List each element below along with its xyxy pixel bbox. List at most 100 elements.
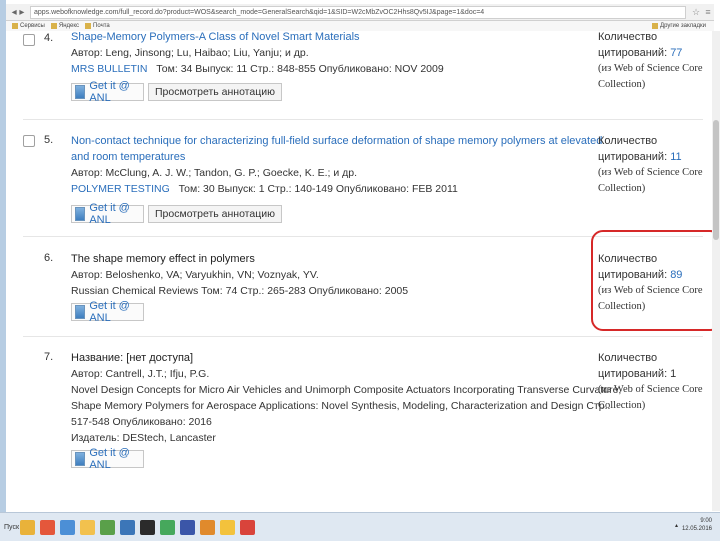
record-title: The shape memory effect in polymers (71, 253, 255, 265)
bookmark-star-icon[interactable]: ☆ (690, 7, 702, 18)
wos-note: Collection) (598, 400, 646, 411)
bookmark-item[interactable]: Почта (85, 23, 110, 29)
record-number: 4. (44, 32, 54, 44)
taskbar-app-icon[interactable] (240, 519, 255, 535)
record-number: 6. (44, 252, 54, 264)
record-source-link[interactable]: POLYMER TESTING (71, 183, 170, 195)
url-field[interactable]: apps.webofknowledge.com/full_record.do?p… (30, 5, 686, 19)
record-title-link-cont[interactable]: and room temperatures (71, 149, 591, 165)
cites-count-link[interactable]: 11 (670, 151, 681, 163)
taskbar-app-icon[interactable] (80, 519, 95, 535)
document-icon (75, 452, 86, 466)
document-icon (75, 85, 86, 99)
record-divider (23, 336, 703, 337)
get-it-anl-button[interactable]: Get it @ ANL (71, 80, 144, 104)
get-it-anl-button[interactable]: Get it @ ANL (71, 300, 144, 324)
slide: ◂ ▸ apps.webofknowledge.com/full_record.… (0, 0, 720, 541)
record-source: Russian Chemical Reviews Том: 74 Стр.: 2… (71, 285, 409, 297)
windows-taskbar: Пуск ▴ 9:00 12.05.2016 (0, 512, 720, 541)
clock-date: 12.05.2016 (681, 526, 712, 532)
results-list: 4. Shape-Memory Polymers-A Class of Nove… (6, 31, 714, 512)
start-button[interactable]: Пуск (4, 524, 20, 531)
view-abstract-button[interactable]: Просмотреть аннотацию (148, 83, 282, 101)
taskbar-app-icon[interactable] (40, 519, 55, 535)
record-authors: Автор: Leng, Jinsong; Lu, Haibao; Liu, Y… (71, 47, 309, 59)
record-checkbox[interactable] (23, 34, 35, 46)
record-details: Том: 30 Выпуск: 1 Стр.: 140-149 Опублико… (178, 183, 458, 195)
other-bookmarks-label: Другие закладки (660, 23, 706, 29)
record-number: 7. (44, 351, 54, 363)
bookmark-label: Яндекс (58, 23, 80, 29)
bookmark-label: Сервисы (20, 23, 45, 29)
record-title-link[interactable]: Shape-Memory Polymers-A Class of Novel S… (71, 31, 591, 45)
get-it-anl-button[interactable]: Get it @ ANL (71, 447, 144, 471)
taskbar-app-icon[interactable] (60, 519, 75, 535)
wos-note: (из Web of Science Core (598, 63, 703, 74)
record-book-series: Shape Memory Polymers for Aerospace Appl… (71, 400, 611, 412)
wos-note: Collection) (598, 79, 646, 90)
record-title-link[interactable]: Non-contact technique for characterizing… (71, 133, 602, 149)
get-it-label: Get it @ ANL (89, 300, 130, 324)
folder-icon (85, 23, 92, 29)
taskbar-apps (20, 519, 260, 535)
record-number: 5. (44, 134, 54, 146)
citation-count: Количество цитирований: 11 (из Web of Sc… (598, 133, 710, 197)
document-icon (75, 207, 86, 221)
get-it-anl-button[interactable]: Get it @ ANL (71, 202, 144, 226)
record-authors: Автор: McClung, A. J. W.; Tandon, G. P.;… (71, 167, 358, 179)
record-title: Название: [нет доступа] (71, 352, 194, 364)
cites-label: Количество (598, 31, 658, 43)
taskbar-app-icon[interactable] (160, 519, 175, 535)
taskbar-app-icon[interactable] (220, 519, 235, 535)
record-details: Том: 34 Выпуск: 11 Стр.: 848-855 Опублик… (156, 63, 444, 75)
cites-label: Количество (598, 135, 658, 147)
document-icon (75, 305, 86, 319)
folder-icon (652, 23, 659, 29)
bookmark-item[interactable]: Яндекс (50, 23, 80, 29)
vertical-scrollbar[interactable] (712, 31, 720, 511)
record-authors: Автор: Cantrell, J.T.; Ifju, P.G. (71, 368, 210, 380)
other-bookmarks[interactable]: Другие закладки (652, 23, 706, 29)
cites-count-link[interactable]: 77 (670, 47, 682, 59)
taskbar-app-icon[interactable] (200, 519, 215, 535)
cites-label: Количество (598, 352, 658, 364)
taskbar-app-icon[interactable] (20, 519, 35, 535)
wos-note: (из Web of Science Core (598, 167, 703, 178)
record-pages: 517-548 Опубликовано: 2016 (71, 416, 212, 428)
view-abstract-button[interactable]: Просмотреть аннотацию (148, 205, 282, 223)
get-it-label: Get it @ ANL (89, 202, 130, 226)
get-it-label: Get it @ ANL (89, 80, 130, 104)
system-tray: ▴ 9:00 12.05.2016 (675, 517, 712, 533)
address-bar: ◂ ▸ apps.webofknowledge.com/full_record.… (6, 4, 714, 21)
taskbar-app-icon[interactable] (100, 519, 115, 535)
get-it-label: Get it @ ANL (89, 447, 130, 471)
record-book-title: Novel Design Concepts for Micro Air Vehi… (71, 384, 622, 396)
record-divider (23, 119, 703, 120)
record-publisher: Издатель: DEStech, Lancaster (71, 432, 216, 444)
taskbar-app-icon[interactable] (120, 519, 135, 535)
folder-icon (12, 23, 18, 29)
taskbar-app-icon[interactable] (140, 519, 155, 535)
scrollbar-thumb[interactable] (713, 120, 719, 240)
clock-time: 9:00 (700, 518, 712, 524)
back-forward-icon[interactable]: ◂ ▸ (6, 7, 30, 18)
record-source-link[interactable]: MRS BULLETIN (71, 63, 147, 75)
wos-note: Collection) (598, 183, 646, 194)
citation-highlight-box (591, 230, 714, 331)
record-authors: Автор: Beloshenko, VA; Varyukhin, VN; Vo… (71, 269, 319, 281)
cites-label: цитирований: (598, 47, 668, 59)
bookmark-label: Почта (93, 23, 110, 29)
taskbar-app-icon[interactable] (180, 519, 195, 535)
bookmark-item[interactable]: Сервисы (12, 23, 45, 29)
cites-label: цитирований: 1 (598, 368, 677, 380)
tray-clock[interactable]: 9:00 12.05.2016 (682, 517, 712, 533)
citation-count: Количество цитирований: 1 (из Web of Sci… (598, 350, 710, 414)
record-checkbox[interactable] (23, 135, 35, 147)
citation-count: Количество цитирований: 77 (из Web of Sc… (598, 31, 710, 93)
folder-icon (50, 23, 57, 29)
wos-note: (из Web of Science Core (598, 384, 703, 395)
cites-label: цитирований: (598, 151, 668, 163)
menu-icon[interactable]: ≡ (702, 7, 714, 17)
tray-arrow-icon[interactable]: ▴ (675, 522, 678, 529)
bookmarks-bar: Сервисы Яндекс Почта Другие закладки (6, 21, 714, 31)
